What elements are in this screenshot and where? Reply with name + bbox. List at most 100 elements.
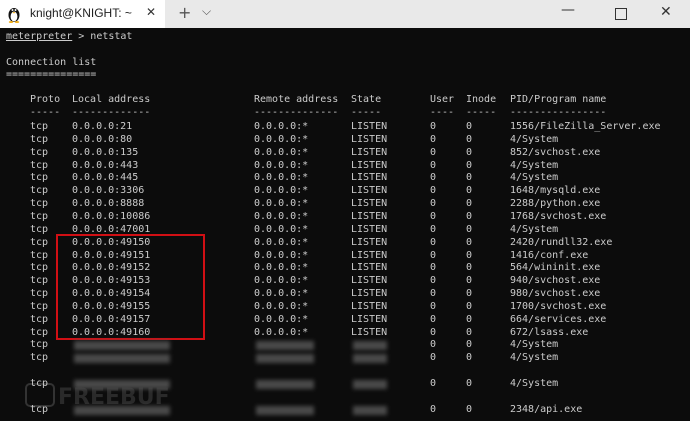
col-proto-cell: tcp (30, 378, 49, 390)
col-inode-cell: 0 (466, 378, 473, 390)
close-tab-icon[interactable]: ✕ (146, 5, 156, 19)
col-inode-header: Inode (466, 94, 497, 105)
col-remote-address-cell: 0.0.0.0:* (254, 313, 309, 325)
col-pid-program-cell: 2348/api.exe (510, 404, 583, 415)
connection-list-heading: Connection list (6, 57, 97, 68)
col-user-cell: 0 (430, 249, 437, 261)
col-pid-program-header: PID/Program name (510, 94, 607, 105)
col-proto-cell: tcp (30, 262, 49, 274)
col-remote-address-cell: 0.0.0.0:* (254, 159, 309, 171)
redacted-state (353, 380, 387, 390)
terminal-tab[interactable]: knight@KNIGHT: ~ ✕ (0, 0, 165, 28)
col-local-address-cell: 0.0.0.0:49151 (72, 249, 151, 261)
col-remote-address-cell: 0.0.0.0:* (254, 172, 309, 184)
col-remote-address-cell: 0.0.0.0:* (254, 249, 309, 261)
col-state-cell: LISTEN (351, 185, 388, 197)
col-user-header: User (430, 94, 455, 105)
col-state-cell: LISTEN (351, 133, 388, 145)
col-proto-cell: tcp (30, 300, 49, 312)
col-proto-cell: tcp (30, 249, 49, 261)
col-state-cell: LISTEN (351, 223, 388, 235)
redacted-state (353, 341, 387, 351)
col-pid-program-cell: 1416/conf.exe (510, 249, 589, 261)
col-proto-cell: tcp (30, 198, 49, 210)
col-proto-cell: tcp (30, 146, 49, 158)
col-state-cell: LISTEN (351, 146, 388, 158)
col-user-cell: 0 (430, 326, 437, 338)
col-proto-cell: tcp (30, 210, 49, 222)
col-local-address-cell: 0.0.0.0:8888 (72, 198, 145, 210)
redacted-remote (256, 406, 314, 415)
col-remote-address-cell: 0.0.0.0:* (254, 326, 309, 338)
col-local-address-cell: 0.0.0.0:445 (72, 172, 139, 184)
col-proto-cell: tcp (30, 185, 49, 197)
col-inode-rule: ----- (466, 107, 497, 118)
col-proto-cell: tcp (30, 121, 49, 132)
col-pid-program-cell: 940/svchost.exe (510, 275, 601, 287)
col-proto-rule: ----- (30, 107, 61, 118)
col-remote-address-cell: 0.0.0.0:* (254, 210, 309, 222)
col-local-address-cell: 0.0.0.0:49155 (72, 300, 151, 312)
col-state-cell: LISTEN (351, 300, 388, 312)
col-user-cell: 0 (430, 300, 437, 312)
linux-penguin-icon (6, 5, 22, 23)
col-pid-program-rule: ---------------- (510, 107, 607, 118)
col-pid-program-cell: 1648/mysqld.exe (510, 185, 601, 197)
tab-title: knight@KNIGHT: ~ (30, 6, 132, 20)
col-user-cell: 0 (430, 223, 437, 235)
col-user-cell: 0 (430, 352, 437, 364)
col-pid-program-cell: 980/svchost.exe (510, 288, 601, 300)
col-remote-address-cell: 0.0.0.0:* (254, 288, 309, 300)
col-user-cell: 0 (430, 378, 437, 390)
col-inode-cell: 0 (466, 275, 473, 287)
col-local-address-cell: 0.0.0.0:3306 (72, 185, 145, 197)
col-user-cell: 0 (430, 313, 437, 325)
col-remote-address-cell: 0.0.0.0:* (254, 236, 309, 248)
col-proto-cell: tcp (30, 339, 49, 351)
col-inode-cell: 0 (466, 210, 473, 222)
chevron-down-icon[interactable]: ⌵ (202, 4, 211, 19)
col-user-cell: 0 (430, 146, 437, 158)
col-state-cell: LISTEN (351, 288, 388, 300)
col-pid-program-cell: 4/System (510, 159, 559, 171)
meterpreter-prompt: meterpreter (6, 31, 73, 42)
col-pid-program-cell: 4/System (510, 133, 559, 145)
col-proto-cell: tcp (30, 313, 49, 325)
col-inode-cell: 0 (466, 352, 473, 364)
col-inode-cell: 0 (466, 172, 473, 184)
col-proto-cell: tcp (30, 404, 49, 415)
col-pid-program-cell: 4/System (510, 223, 559, 235)
col-pid-program-cell: 4/System (510, 172, 559, 184)
col-state-cell: LISTEN (351, 236, 388, 248)
col-local-address-cell: 0.0.0.0:80 (72, 133, 133, 145)
col-remote-address-cell: 0.0.0.0:* (254, 262, 309, 274)
minimize-button[interactable]: — (561, 2, 575, 18)
col-user-cell: 0 (430, 185, 437, 197)
col-user-cell: 0 (430, 236, 437, 248)
col-state-cell: LISTEN (351, 275, 388, 287)
col-user-rule: ---- (430, 107, 455, 118)
redacted-local (74, 406, 170, 415)
title-bar: knight@KNIGHT: ~ ✕ + ⌵ — ✕ (0, 0, 690, 28)
col-user-cell: 0 (430, 339, 437, 351)
col-local-address-cell: 0.0.0.0:49150 (72, 236, 151, 248)
redacted-remote (256, 354, 314, 364)
heading-rule: =============== (6, 69, 97, 80)
col-remote-address-cell: 0.0.0.0:* (254, 275, 309, 287)
close-window-button[interactable]: ✕ (660, 4, 672, 20)
col-inode-cell: 0 (466, 185, 473, 197)
col-state-cell: LISTEN (351, 262, 388, 274)
col-remote-address-cell: 0.0.0.0:* (254, 146, 309, 158)
col-inode-cell: 0 (466, 262, 473, 274)
new-tab-button[interactable]: + (178, 3, 191, 22)
col-local-address-header: Local address (72, 94, 151, 105)
terminal-output[interactable]: meterpreter > netstat Connection list ==… (0, 28, 690, 420)
col-remote-address-header: Remote address (254, 94, 339, 105)
maximize-button[interactable] (615, 8, 627, 20)
col-pid-program-cell: 1700/svchost.exe (510, 300, 607, 312)
col-proto-cell: tcp (30, 326, 49, 338)
col-pid-program-cell: 4/System (510, 352, 559, 364)
col-local-address-rule: ------------- (72, 107, 151, 118)
col-state-cell: LISTEN (351, 159, 388, 171)
col-user-cell: 0 (430, 198, 437, 210)
